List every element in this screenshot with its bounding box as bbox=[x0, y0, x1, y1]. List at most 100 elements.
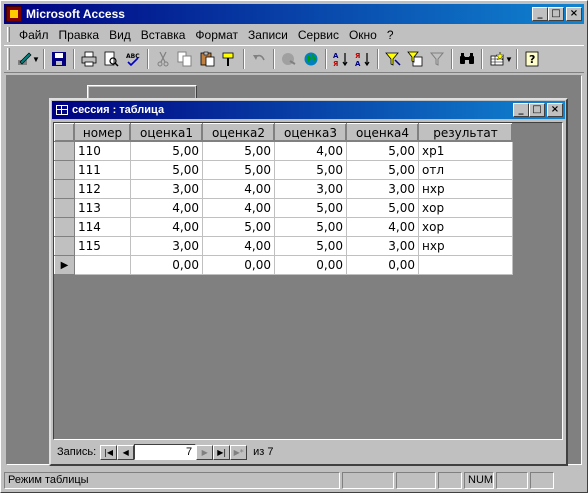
web-toolbar-icon[interactable] bbox=[300, 48, 322, 70]
horizontal-scroll-area[interactable] bbox=[281, 444, 563, 460]
cell-nomer[interactable]: 111 bbox=[74, 160, 131, 180]
close-button[interactable]: × bbox=[566, 7, 582, 21]
column-header-ocenka3[interactable]: оценка3 bbox=[274, 123, 347, 142]
cell-rezultat[interactable]: нхр bbox=[418, 236, 513, 256]
cell-ocenka1[interactable]: 0,00 bbox=[130, 255, 203, 275]
spelling-icon[interactable]: ABC bbox=[122, 48, 144, 70]
cut-icon[interactable] bbox=[152, 48, 174, 70]
cell-ocenka1[interactable]: 5,00 bbox=[130, 160, 203, 180]
cell-ocenka1[interactable]: 3,00 bbox=[130, 179, 203, 199]
cell-ocenka4[interactable]: 5,00 bbox=[346, 141, 419, 161]
table-icon[interactable] bbox=[56, 105, 68, 115]
cell-ocenka3[interactable]: 5,00 bbox=[274, 160, 347, 180]
sort-ascending-icon[interactable]: АЯ bbox=[330, 48, 352, 70]
cell-ocenka4[interactable]: 5,00 bbox=[346, 198, 419, 218]
undo-icon[interactable] bbox=[248, 48, 270, 70]
format-painter-icon[interactable] bbox=[218, 48, 240, 70]
cell-ocenka3[interactable]: 5,00 bbox=[274, 236, 347, 256]
cell-rezultat[interactable]: хор bbox=[418, 198, 513, 218]
table-minimize-button[interactable]: _ bbox=[513, 103, 529, 117]
help-icon[interactable]: ? bbox=[521, 48, 543, 70]
previous-record-button[interactable]: ◀ bbox=[117, 444, 135, 460]
cell-ocenka3[interactable]: 4,00 bbox=[274, 141, 347, 161]
insert-hyperlink-icon[interactable] bbox=[278, 48, 300, 70]
new-object-dropdown-icon[interactable]: ▼ bbox=[505, 55, 513, 64]
copy-icon[interactable] bbox=[174, 48, 196, 70]
menu-insert[interactable]: Вставка bbox=[136, 28, 191, 42]
menu-file[interactable]: Файл bbox=[14, 28, 54, 42]
cell-ocenka1[interactable]: 3,00 bbox=[130, 236, 203, 256]
cell-nomer[interactable]: 112 bbox=[74, 179, 131, 199]
cell-ocenka1[interactable]: 4,00 bbox=[130, 198, 203, 218]
column-header-nomer[interactable]: номер bbox=[74, 123, 131, 142]
menu-help[interactable]: ? bbox=[382, 28, 399, 42]
record-selector[interactable] bbox=[54, 160, 75, 180]
maximize-button[interactable]: □ bbox=[548, 7, 564, 21]
table-maximize-button[interactable]: □ bbox=[529, 103, 545, 117]
cell-nomer[interactable]: 110 bbox=[74, 141, 131, 161]
record-selector[interactable] bbox=[54, 179, 75, 199]
title-bar[interactable]: Microsoft Access _ □ × bbox=[4, 4, 584, 24]
cell-rezultat[interactable]: хор bbox=[418, 217, 513, 237]
find-icon[interactable] bbox=[456, 48, 478, 70]
filter-by-form-icon[interactable] bbox=[404, 48, 426, 70]
cell-ocenka2[interactable]: 4,00 bbox=[202, 179, 275, 199]
record-selector[interactable] bbox=[54, 141, 75, 161]
menu-records[interactable]: Записи bbox=[243, 28, 293, 42]
column-header-ocenka2[interactable]: оценка2 bbox=[202, 123, 275, 142]
cell-nomer[interactable]: 114 bbox=[74, 217, 131, 237]
menu-tools[interactable]: Сервис bbox=[293, 28, 344, 42]
menu-grip[interactable] bbox=[7, 27, 10, 42]
cell-rezultat[interactable]: нхр bbox=[418, 179, 513, 199]
table-close-button[interactable]: × bbox=[547, 103, 563, 117]
cell-ocenka2[interactable]: 5,00 bbox=[202, 141, 275, 161]
cell-ocenka3[interactable]: 5,00 bbox=[274, 198, 347, 218]
record-selector[interactable] bbox=[54, 217, 75, 237]
cell-rezultat[interactable]: отл bbox=[418, 160, 513, 180]
table-window-title-bar[interactable]: сессия : таблица _ □ × bbox=[52, 101, 565, 119]
column-header-ocenka1[interactable]: оценка1 bbox=[130, 123, 203, 142]
cell-nomer[interactable]: 113 bbox=[74, 198, 131, 218]
cell-ocenka4[interactable]: 3,00 bbox=[346, 179, 419, 199]
cell-rezultat[interactable] bbox=[418, 255, 513, 275]
cell-ocenka1[interactable]: 5,00 bbox=[130, 141, 203, 161]
cell-ocenka4[interactable]: 5,00 bbox=[346, 160, 419, 180]
sort-descending-icon[interactable]: ЯА bbox=[352, 48, 374, 70]
cell-nomer[interactable]: 115 bbox=[74, 236, 131, 256]
cell-ocenka4[interactable]: 0,00 bbox=[346, 255, 419, 275]
access-app-icon[interactable] bbox=[6, 6, 22, 22]
cell-ocenka4[interactable]: 4,00 bbox=[346, 217, 419, 237]
cell-ocenka3[interactable]: 0,00 bbox=[274, 255, 347, 275]
minimize-button[interactable]: _ bbox=[532, 7, 548, 21]
cell-ocenka2[interactable]: 4,00 bbox=[202, 198, 275, 218]
paste-icon[interactable] bbox=[196, 48, 218, 70]
cell-ocenka2[interactable]: 5,00 bbox=[202, 160, 275, 180]
record-number-input[interactable]: 7 bbox=[134, 444, 197, 460]
cell-nomer[interactable] bbox=[74, 255, 131, 275]
filter-by-selection-icon[interactable] bbox=[382, 48, 404, 70]
cell-ocenka2[interactable]: 5,00 bbox=[202, 217, 275, 237]
first-record-button[interactable]: |◀ bbox=[100, 444, 118, 460]
view-dropdown-icon[interactable]: ▼ bbox=[32, 55, 40, 64]
cell-ocenka2[interactable]: 0,00 bbox=[202, 255, 275, 275]
toolbar-grip[interactable] bbox=[7, 48, 10, 70]
save-icon[interactable] bbox=[48, 48, 70, 70]
cell-ocenka3[interactable]: 3,00 bbox=[274, 179, 347, 199]
print-preview-icon[interactable] bbox=[100, 48, 122, 70]
current-record-indicator[interactable]: ▶ bbox=[54, 255, 75, 275]
cell-ocenka1[interactable]: 4,00 bbox=[130, 217, 203, 237]
record-selector[interactable] bbox=[54, 198, 75, 218]
menu-format[interactable]: Формат bbox=[190, 28, 243, 42]
menu-edit[interactable]: Правка bbox=[54, 28, 105, 42]
cell-ocenka3[interactable]: 5,00 bbox=[274, 217, 347, 237]
select-all-corner[interactable] bbox=[54, 123, 75, 142]
next-record-button[interactable]: ▶ bbox=[196, 444, 214, 460]
print-icon[interactable] bbox=[78, 48, 100, 70]
record-selector[interactable] bbox=[54, 236, 75, 256]
apply-filter-icon[interactable] bbox=[426, 48, 448, 70]
cell-ocenka2[interactable]: 4,00 bbox=[202, 236, 275, 256]
last-record-button[interactable]: ▶| bbox=[213, 444, 231, 460]
menu-window[interactable]: Окно bbox=[344, 28, 382, 42]
menu-view[interactable]: Вид bbox=[104, 28, 136, 42]
cell-ocenka4[interactable]: 3,00 bbox=[346, 236, 419, 256]
